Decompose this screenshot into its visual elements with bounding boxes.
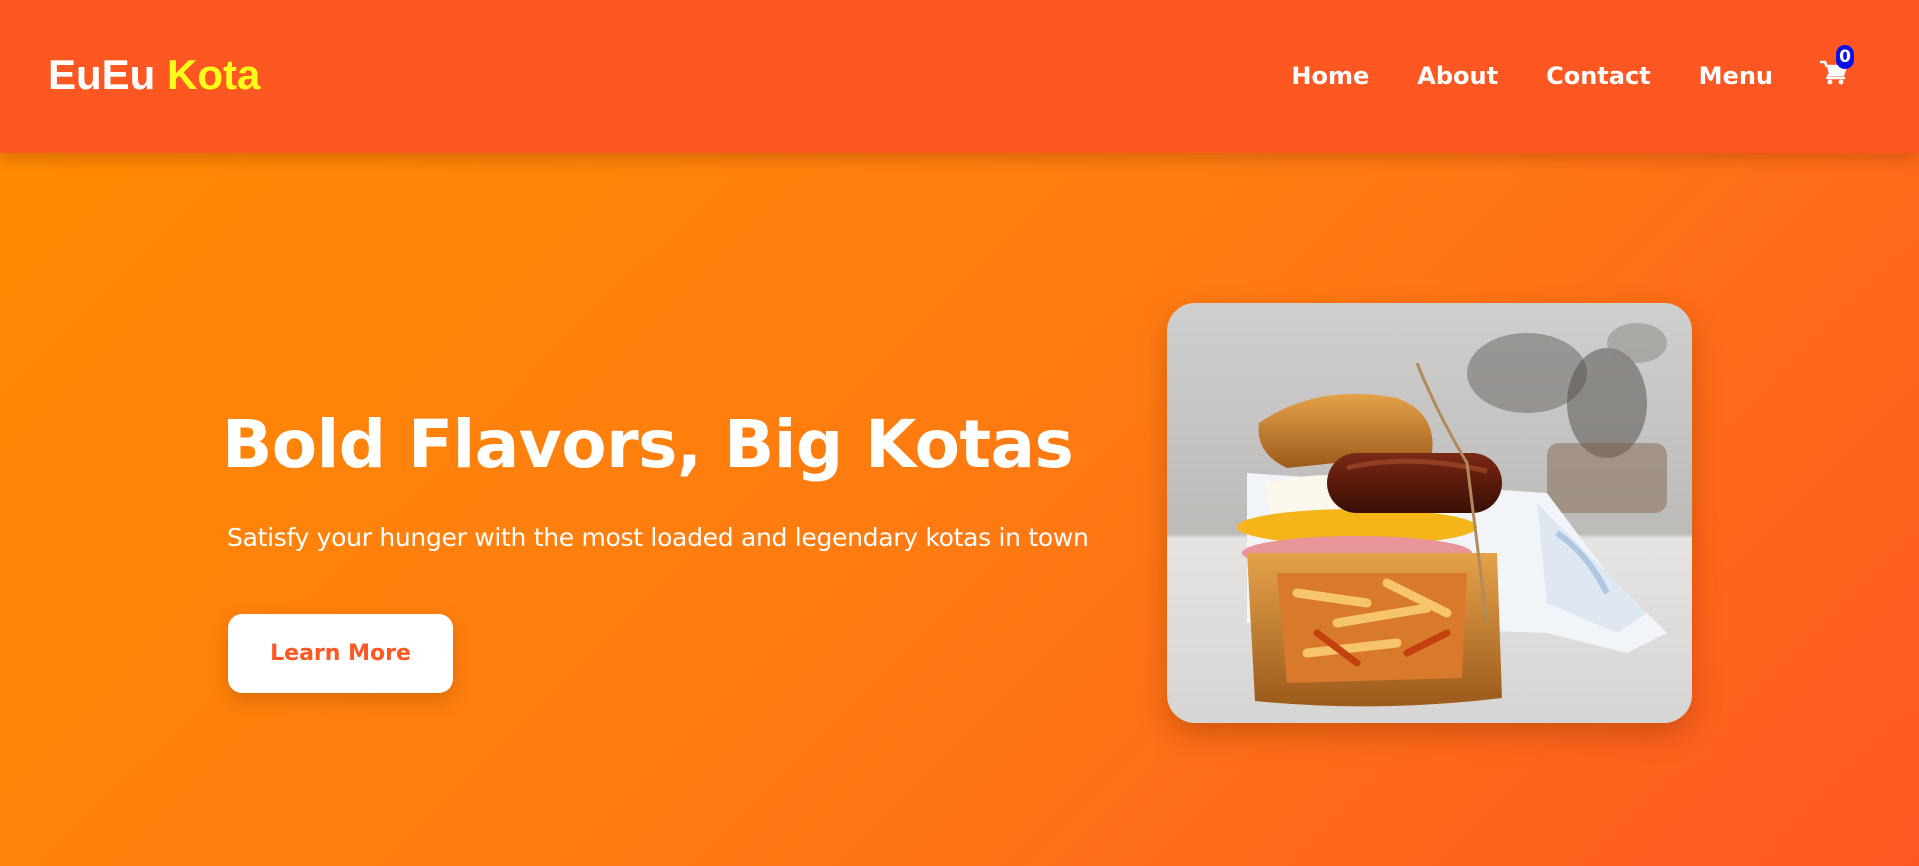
nav-link-home[interactable]: Home <box>1291 58 1369 94</box>
hero-kota-image <box>1167 303 1692 723</box>
cart-button[interactable]: 0 <box>1818 45 1854 90</box>
brand-name-accent: Kota <box>167 51 261 98</box>
nav-link-contact[interactable]: Contact <box>1546 58 1651 94</box>
nav-link-about[interactable]: About <box>1417 58 1498 94</box>
hero-title: Bold Flavors, Big Kotas <box>222 406 1074 483</box>
brand-name-primary: EuEu <box>48 51 156 98</box>
nav-link-menu[interactable]: Menu <box>1699 58 1773 94</box>
hero-subtitle: Satisfy your hunger with the most loaded… <box>227 523 1089 552</box>
cart-count-badge: 0 <box>1836 45 1854 69</box>
nav-links: Home About Contact Menu <box>1291 58 1773 94</box>
brand-logo[interactable]: EuEu Kota <box>48 50 260 100</box>
learn-more-button[interactable]: Learn More <box>228 614 453 693</box>
navbar: EuEu Kota Home About Contact Menu 0 <box>0 0 1919 153</box>
